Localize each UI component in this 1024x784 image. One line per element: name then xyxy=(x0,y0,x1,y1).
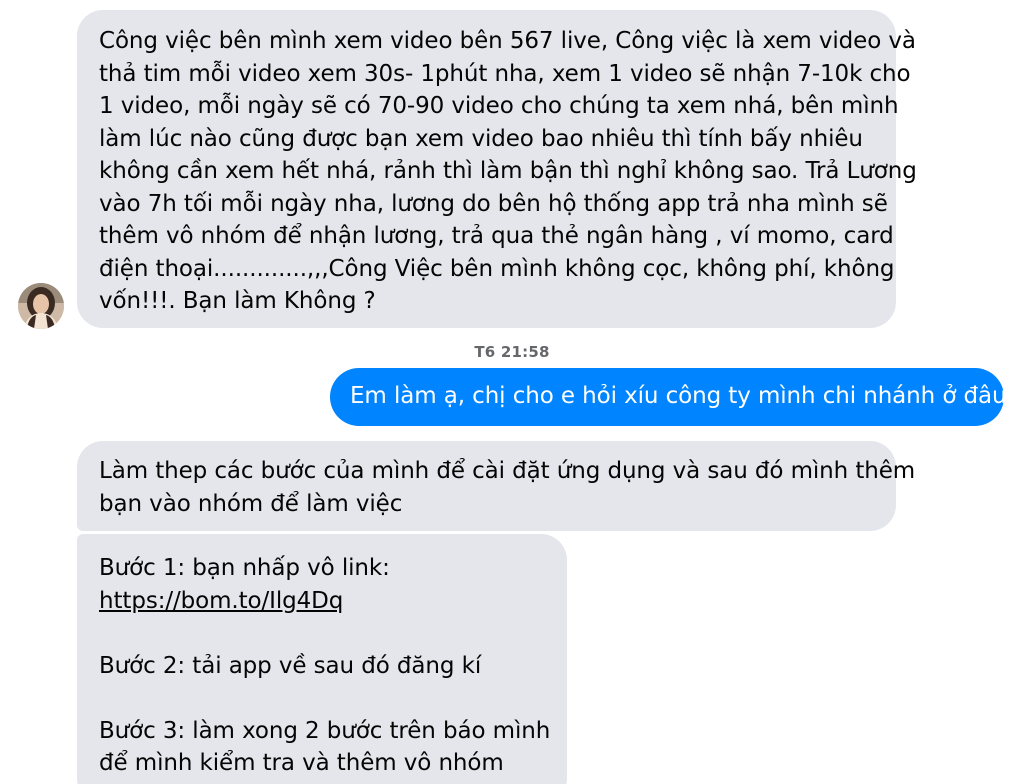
message-text-line: thêm vô nhóm để nhận lương, trả qua thẻ … xyxy=(99,223,894,249)
step-1-label: Bước 1: bạn nhấp vô link: xyxy=(99,555,390,581)
step-3-text-line: để mình kiểm tra và thêm vô nhóm xyxy=(99,750,504,776)
incoming-message-bubble[interactable]: Công việc bên mình xem video bên 567 liv… xyxy=(77,10,917,328)
message-text-line: thả tim mỗi video xem 30s- 1phút nha, xe… xyxy=(99,60,911,87)
message-link[interactable]: https://bom.to/Ilg4Dq xyxy=(99,585,545,618)
incoming-message-bubble[interactable]: Làm thep các bước của mình để cài đặt ứn… xyxy=(77,441,916,531)
outgoing-message-bubble[interactable]: Em làm ạ, chị cho e hỏi xíu công ty mình… xyxy=(330,368,1024,426)
message-text-line: Làm thep các bước của mình để cài đặt ứn… xyxy=(99,458,916,484)
avatar[interactable] xyxy=(18,283,64,329)
message-text-line: điện thoại.............,,,Công Việc bên … xyxy=(99,255,895,282)
step-2-text: Bước 2: tải app về sau đó đăng kí xyxy=(99,652,482,679)
message-text-line: 1 video, mỗi ngày sẽ có 70-90 video cho … xyxy=(99,93,899,119)
contact-avatar-photo-icon xyxy=(18,283,64,329)
message-text-line: Công việc bên mình xem video bên 567 liv… xyxy=(99,28,916,54)
step-3-text-line: Bước 3: làm xong 2 bước trên báo mình xyxy=(99,717,551,744)
incoming-message-bubble[interactable]: Bước 1: bạn nhấp vô link: https://bom.to… xyxy=(77,534,567,784)
message-text-line: làm lúc nào cũng được bạn xem video bao … xyxy=(99,125,863,152)
message-timestamp: T6 21:58 xyxy=(474,343,550,361)
message-text-line: không cần xem hết nhá, rảnh thì làm bận … xyxy=(99,158,917,184)
message-text-line: vốn!!!. Bạn làm Không ? xyxy=(99,288,376,314)
message-text-line: bạn vào nhóm để làm việc xyxy=(99,490,403,517)
message-text-line: vào 7h tối mỗi ngày nha, lương do bên hộ… xyxy=(99,190,888,217)
message-text-line: Em làm ạ, chị cho e hỏi xíu công ty mình… xyxy=(350,383,1024,409)
